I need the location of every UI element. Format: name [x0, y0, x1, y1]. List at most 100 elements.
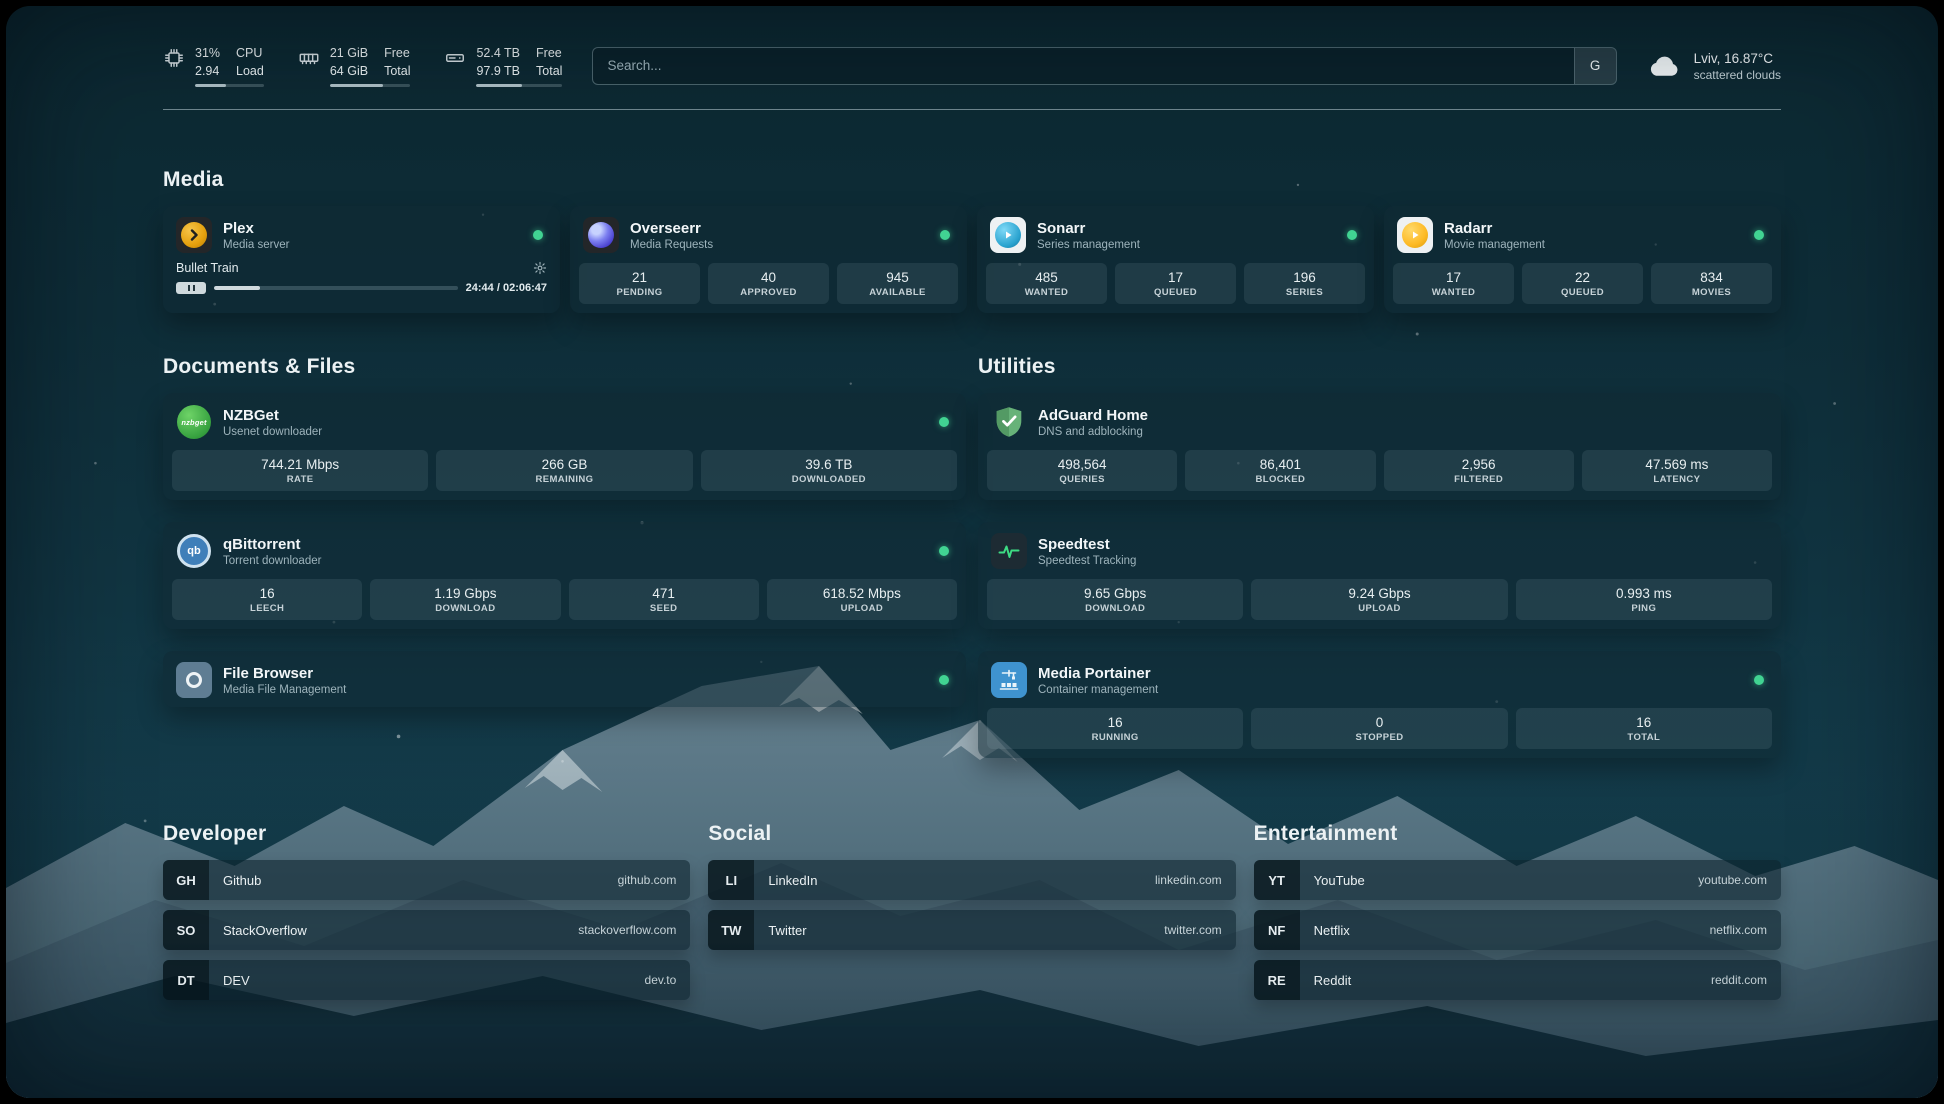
stat-label: FILTERED	[1388, 474, 1570, 485]
stat-ping: 0.993 ms PING	[1516, 579, 1772, 620]
stat-label: QUEUED	[1526, 287, 1639, 298]
card-nzbget[interactable]: nzbget NZBGet Usenet downloader 744.21 M…	[163, 393, 966, 500]
stat-label: SEED	[573, 603, 755, 614]
card-plex[interactable]: Plex Media server Bullet Train	[163, 206, 560, 313]
bookmark-abbr: LI	[708, 860, 754, 900]
section-social: Social LI LinkedIn linkedin.com TW Twitt…	[708, 822, 1235, 1000]
bookmark-github[interactable]: GH Github github.com	[163, 860, 690, 900]
stat-stopped: 0 STOPPED	[1251, 708, 1507, 749]
stat-label: APPROVED	[712, 287, 825, 298]
stat-value: 39.6 TB	[705, 457, 953, 472]
status-dot-online	[1347, 230, 1357, 240]
memory-total-value: 64 GiB	[330, 62, 368, 80]
stat-seed: 471 SEED	[569, 579, 759, 620]
card-sonarr[interactable]: Sonarr Series management 485 WANTED 17 Q…	[977, 206, 1374, 313]
bookmark-name: YouTube	[1300, 873, 1365, 888]
stat-value: 0.993 ms	[1520, 586, 1768, 601]
bookmark-youtube[interactable]: YT YouTube youtube.com	[1254, 860, 1781, 900]
service-name: NZBGet	[223, 407, 322, 426]
service-name: qBittorrent	[223, 536, 321, 555]
card-radarr[interactable]: Radarr Movie management 17 WANTED 22 QUE…	[1384, 206, 1781, 313]
now-playing-title: Bullet Train	[176, 261, 239, 275]
media-grid: Plex Media server Bullet Train	[163, 206, 1781, 313]
bookmark-name: Reddit	[1300, 973, 1352, 988]
card-filebrowser[interactable]: File Browser Media File Management	[163, 651, 966, 707]
stat-value: 9.24 Gbps	[1255, 586, 1503, 601]
stat-value: 945	[841, 270, 954, 285]
stat-label: REMAINING	[440, 474, 688, 485]
bookmark-twitter[interactable]: TW Twitter twitter.com	[708, 910, 1235, 950]
stat-leech: 16 LEECH	[172, 579, 362, 620]
card-qbittorrent[interactable]: qb qBittorrent Torrent downloader 16 LEE…	[163, 522, 966, 629]
weather-location: Lviv, 16.87°C	[1694, 50, 1781, 68]
disk-free-label: Free	[536, 44, 562, 62]
filebrowser-icon	[176, 662, 212, 698]
section-developer: Developer GH Github github.com SO StackO…	[163, 822, 690, 1000]
status-dot-online	[940, 230, 950, 240]
memory-widget: 21 GiB Free 64 GiB Total	[298, 44, 411, 87]
stat-label: DOWNLOAD	[991, 603, 1239, 614]
dashboard-content: 31% CPU 2.94 Load 21 GiB Free	[163, 6, 1781, 1048]
disk-widget: 52.4 TB Free 97.9 TB Total	[444, 44, 562, 87]
bookmark-abbr: DT	[163, 960, 209, 1000]
bookmark-stackoverflow[interactable]: SO StackOverflow stackoverflow.com	[163, 910, 690, 950]
service-subtitle: Torrent downloader	[223, 555, 321, 567]
section-title-entertainment: Entertainment	[1254, 822, 1781, 846]
bookmark-url: stackoverflow.com	[578, 923, 690, 937]
portainer-icon	[991, 662, 1027, 698]
stat-wanted: 485 WANTED	[986, 263, 1107, 304]
playback-progress-bar[interactable]	[214, 286, 458, 290]
stat-value: 86,401	[1189, 457, 1371, 472]
qbittorrent-icon: qb	[176, 533, 212, 569]
now-playing: Bullet Train 24:44 / 02:06:47	[172, 261, 551, 294]
stat-label: SERIES	[1248, 287, 1361, 298]
stat-value: 266 GB	[440, 457, 688, 472]
stat-value: 1.19 Gbps	[374, 586, 556, 601]
service-subtitle: Movie management	[1444, 239, 1545, 251]
stat-label: MOVIES	[1655, 287, 1768, 298]
service-name: Media Portainer	[1038, 665, 1158, 684]
bookmark-name: DEV	[209, 973, 250, 988]
bookmark-linkedin[interactable]: LI LinkedIn linkedin.com	[708, 860, 1235, 900]
bookmark-name: StackOverflow	[209, 923, 307, 938]
pause-button[interactable]	[176, 282, 206, 294]
header-divider	[163, 109, 1781, 110]
adguard-icon	[991, 404, 1027, 440]
memory-progress-bar	[330, 84, 411, 87]
cpu-widget: 31% CPU 2.94 Load	[163, 44, 264, 87]
stat-value: 618.52 Mbps	[771, 586, 953, 601]
stat-filtered: 2,956 FILTERED	[1384, 450, 1574, 491]
bookmark-netflix[interactable]: NF Netflix netflix.com	[1254, 910, 1781, 950]
section-title-documents: Documents & Files	[163, 355, 966, 379]
stat-value: 17	[1119, 270, 1232, 285]
card-speedtest[interactable]: Speedtest Speedtest Tracking 9.65 Gbps D…	[978, 522, 1781, 629]
stat-value: 16	[1520, 715, 1768, 730]
bookmark-reddit[interactable]: RE Reddit reddit.com	[1254, 960, 1781, 1000]
stat-label: UPLOAD	[771, 603, 953, 614]
service-subtitle: Series management	[1037, 239, 1140, 251]
card-adguard[interactable]: AdGuard Home DNS and adblocking 498,564 …	[978, 393, 1781, 500]
cpu-value: 31%	[195, 44, 220, 62]
stat-value: 2,956	[1388, 457, 1570, 472]
stat-rate: 744.21 Mbps RATE	[172, 450, 428, 491]
cpu-icon	[163, 47, 185, 69]
search-input[interactable]	[593, 48, 1573, 84]
search-bar: G	[592, 47, 1616, 85]
cloud-icon	[1647, 53, 1683, 79]
stat-queries: 498,564 QUERIES	[987, 450, 1177, 491]
service-name: Sonarr	[1037, 220, 1140, 239]
system-widgets: 31% CPU 2.94 Load 21 GiB Free	[163, 44, 562, 87]
bookmark-dev[interactable]: DT DEV dev.to	[163, 960, 690, 1000]
stat-upload: 618.52 Mbps UPLOAD	[767, 579, 957, 620]
cpu-load-value: 2.94	[195, 62, 220, 80]
bookmark-url: linkedin.com	[1155, 873, 1236, 887]
gear-icon[interactable]	[533, 261, 547, 275]
bookmark-url: dev.to	[645, 973, 691, 987]
card-portainer[interactable]: Media Portainer Container management 16 …	[978, 651, 1781, 758]
stat-movies: 834 MOVIES	[1651, 263, 1772, 304]
search-provider-button[interactable]: G	[1574, 48, 1616, 84]
service-subtitle: DNS and adblocking	[1038, 426, 1148, 438]
stat-label: WANTED	[1397, 287, 1510, 298]
card-overseerr[interactable]: Overseerr Media Requests 21 PENDING 40 A…	[570, 206, 967, 313]
stat-queued: 22 QUEUED	[1522, 263, 1643, 304]
